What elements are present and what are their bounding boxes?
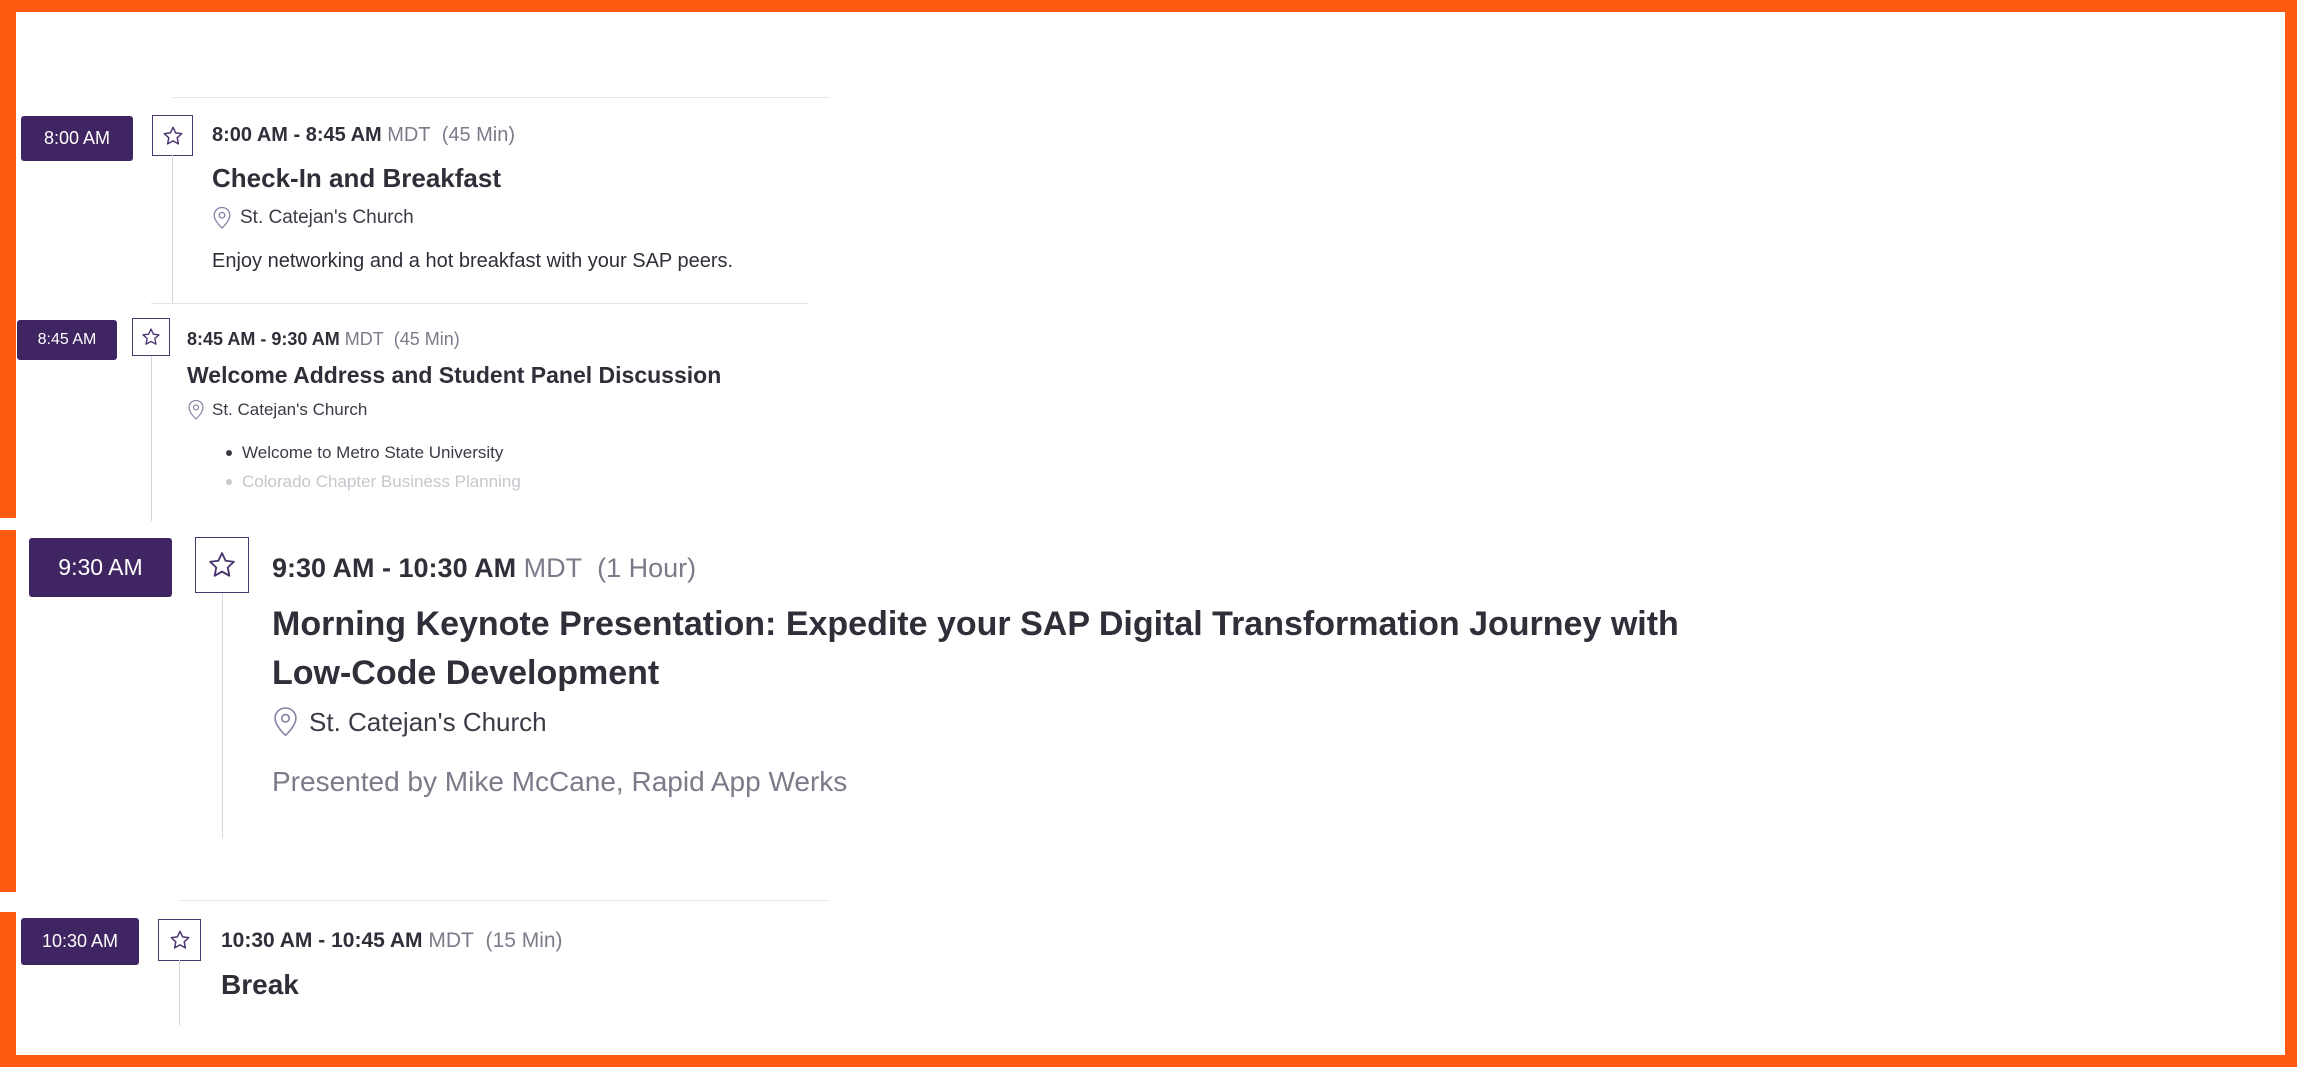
time-range: 8:00 AM - 8:45 AM	[212, 124, 382, 146]
star-icon	[170, 930, 189, 949]
timeline-rail	[179, 960, 180, 1025]
list-item: Colorado Chapter Business Planning	[226, 467, 807, 496]
timezone: MDT	[387, 124, 431, 146]
duration: (45 Min)	[393, 329, 460, 349]
session-content: 10:30 AM - 10:45 AM MDT (15 Min) Break	[221, 929, 841, 1001]
session-time: 9:30 AM - 10:30 AM MDT (1 Hour)	[272, 553, 1732, 584]
favorite-button[interactable]	[158, 919, 201, 961]
location-name: St. Catejan's Church	[212, 400, 368, 419]
session-location: St. Catejan's Church	[187, 399, 807, 421]
location-name: St. Catejan's Church	[240, 207, 414, 228]
star-icon	[142, 328, 160, 345]
map-pin-icon	[274, 707, 297, 737]
timeline-rail	[172, 155, 173, 303]
timeline-rail	[222, 593, 223, 838]
session-divider	[179, 900, 829, 901]
title-line: Low-Code Development	[272, 654, 660, 692]
time-badge: 8:45 AM	[17, 320, 117, 360]
duration: (45 Min)	[441, 124, 516, 146]
session-divider	[172, 97, 829, 98]
favorite-button[interactable]	[132, 318, 170, 356]
session-divider	[151, 303, 808, 304]
duration: (1 Hour)	[597, 553, 697, 583]
session-location: St. Catejan's Church	[212, 206, 832, 230]
frame-gap	[0, 518, 16, 530]
map-pin-icon	[213, 206, 231, 229]
time-range: 10:30 AM - 10:45 AM	[221, 929, 423, 952]
time-badge: 10:30 AM	[21, 918, 139, 965]
star-icon	[163, 126, 182, 145]
session-title[interactable]: Welcome Address and Student Panel Discus…	[187, 362, 807, 389]
list-item: Welcome to Metro State University	[226, 438, 807, 467]
session-time: 10:30 AM - 10:45 AM MDT (15 Min)	[221, 929, 841, 953]
session-title[interactable]: Check-In and Breakfast	[212, 163, 832, 194]
timeline-rail	[151, 356, 152, 521]
star-icon	[209, 552, 235, 577]
session-bullets: Welcome to Metro State University Colora…	[226, 438, 807, 496]
session-time: 8:00 AM - 8:45 AM MDT (45 Min)	[212, 124, 832, 147]
timezone: MDT	[428, 929, 474, 952]
time-range: 9:30 AM - 10:30 AM	[272, 553, 517, 583]
favorite-button[interactable]	[152, 115, 193, 156]
session-title[interactable]: Morning Keynote Presentation: Expedite y…	[272, 600, 1732, 698]
time-range: 8:45 AM - 9:30 AM	[187, 329, 340, 349]
title-line: Morning Keynote Presentation: Expedite y…	[272, 605, 1679, 643]
session-time: 8:45 AM - 9:30 AM MDT (45 Min)	[187, 329, 807, 350]
favorite-button[interactable]	[195, 537, 249, 593]
session-location: St. Catejan's Church	[272, 706, 1732, 738]
session-content: 8:45 AM - 9:30 AM MDT (45 Min) Welcome A…	[187, 329, 807, 496]
duration: (15 Min)	[485, 929, 563, 952]
session-title[interactable]: Break	[221, 969, 841, 1001]
timezone: MDT	[344, 329, 384, 349]
timezone: MDT	[523, 553, 583, 583]
map-pin-icon	[188, 399, 204, 420]
time-badge: 9:30 AM	[29, 538, 172, 597]
session-content: 8:00 AM - 8:45 AM MDT (45 Min) Check-In …	[212, 124, 832, 273]
location-name: St. Catejan's Church	[309, 706, 547, 737]
session-description: Presented by Mike McCane, Rapid App Werk…	[272, 766, 848, 797]
frame-gap	[0, 892, 16, 912]
session-content: 9:30 AM - 10:30 AM MDT (1 Hour) Morning …	[272, 553, 1732, 798]
session-description: Enjoy networking and a hot breakfast wit…	[212, 250, 734, 272]
time-badge: 8:00 AM	[21, 116, 133, 161]
